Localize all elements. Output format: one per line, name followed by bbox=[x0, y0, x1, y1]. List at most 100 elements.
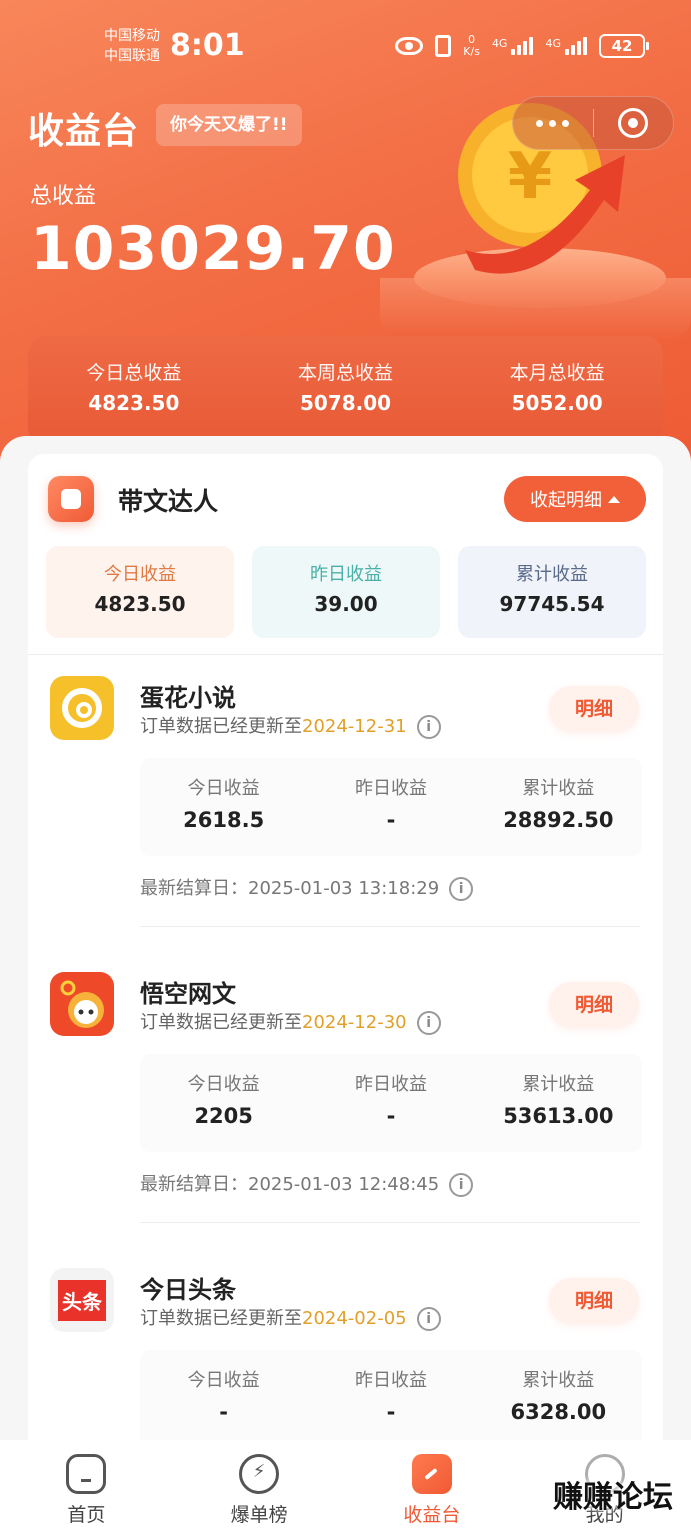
update-date: 2024-02-05 bbox=[302, 1308, 407, 1329]
total-income-label: 总收益 bbox=[30, 184, 97, 209]
stat-yesterday: 昨日收益 - bbox=[307, 1054, 474, 1152]
status-time: 8:01 bbox=[170, 28, 245, 63]
nav-home[interactable]: 首页 bbox=[0, 1440, 173, 1536]
stat-label: 今日收益 bbox=[187, 778, 260, 799]
toutiao-app-icon: 头条 bbox=[50, 1268, 114, 1332]
income-icon bbox=[411, 1454, 452, 1494]
update-prefix: 订单数据已经更新至 bbox=[140, 1012, 302, 1033]
daren-stat-total: 累计收益 97745.54 bbox=[458, 546, 646, 638]
stat-total: 累计收益 28892.50 bbox=[475, 758, 642, 856]
summary-week: 本周总收益 5078.00 bbox=[240, 336, 452, 446]
platform-update: 订单数据已经更新至2024-12-31 i bbox=[140, 712, 441, 739]
summary-today: 今日总收益 4823.50 bbox=[28, 336, 240, 446]
info-icon[interactable]: i bbox=[449, 877, 474, 901]
stat-value: 2618.5 bbox=[183, 808, 265, 832]
nav-ranking[interactable]: 爆单榜 bbox=[173, 1440, 346, 1536]
toutiao-icon-text: 头条 bbox=[58, 1279, 106, 1321]
stat-value: - bbox=[386, 1400, 396, 1424]
stat-label: 今日收益 bbox=[104, 564, 176, 585]
info-icon[interactable]: i bbox=[416, 1011, 441, 1035]
stat-label: 今日收益 bbox=[187, 1074, 260, 1095]
speed-unit: K/s bbox=[463, 45, 480, 58]
settlement-text: 最新结算日：2025-01-03 12:48:45 bbox=[140, 1174, 440, 1195]
stat-label: 昨日收益 bbox=[310, 564, 382, 585]
stat-value: - bbox=[386, 808, 396, 832]
nav-income[interactable]: 收益台 bbox=[346, 1440, 519, 1536]
watermark: 赚赚论坛 bbox=[553, 1480, 673, 1515]
stat-today: 今日收益 2618.5 bbox=[140, 758, 307, 856]
stat-today: 今日收益 2205 bbox=[140, 1054, 307, 1152]
stat-total: 累计收益 53613.00 bbox=[475, 1054, 642, 1152]
platform-stats: 今日收益 2205 昨日收益 - 累计收益 53613.00 bbox=[140, 1054, 642, 1152]
network-type-2: 4G bbox=[545, 37, 561, 50]
celebration-badge: 你今天又爆了!! bbox=[156, 104, 302, 146]
network-type-1: 4G bbox=[491, 37, 508, 50]
stat-value: 28892.50 bbox=[503, 808, 614, 832]
stat-today: 今日收益 - bbox=[140, 1350, 307, 1448]
summary-value: 5052.00 bbox=[511, 391, 603, 415]
settlement-text: 最新结算日：2025-01-03 13:18:29 bbox=[140, 878, 440, 899]
nav-label: 爆单榜 bbox=[230, 1504, 288, 1526]
miniprogram-capsule bbox=[512, 96, 674, 150]
platform-stats: 今日收益 2618.5 昨日收益 - 累计收益 28892.50 bbox=[140, 758, 642, 856]
settlement-info: 最新结算日：2025-01-03 12:48:45 i bbox=[140, 1170, 474, 1197]
stat-value: 39.00 bbox=[314, 592, 378, 616]
detail-button[interactable]: 明细 bbox=[549, 982, 639, 1028]
stat-label: 昨日收益 bbox=[354, 778, 427, 799]
summary-label: 本月总收益 bbox=[509, 362, 605, 384]
update-prefix: 订单数据已经更新至 bbox=[140, 716, 302, 737]
stat-value: 6328.00 bbox=[510, 1400, 607, 1424]
total-income-value: 103029.70 bbox=[30, 214, 396, 284]
stat-label: 昨日收益 bbox=[354, 1370, 427, 1391]
stat-label: 累计收益 bbox=[522, 778, 595, 799]
summary-label: 今日总收益 bbox=[86, 362, 182, 384]
info-icon[interactable]: i bbox=[416, 715, 441, 739]
platform-update: 订单数据已经更新至2024-12-30 i bbox=[140, 1008, 441, 1035]
platform-update: 订单数据已经更新至2024-02-05 i bbox=[140, 1304, 441, 1331]
summary-value: 5078.00 bbox=[299, 391, 392, 415]
stat-value: - bbox=[219, 1400, 229, 1424]
platform-name: 今日头条 bbox=[140, 1276, 236, 1304]
summary-value: 4823.50 bbox=[88, 391, 180, 415]
stat-label: 累计收益 bbox=[522, 1074, 595, 1095]
carrier-names: 中国移动 中国联通 bbox=[104, 26, 160, 66]
daren-title: 带文达人 bbox=[118, 487, 219, 516]
platform-stats: 今日收益 - 昨日收益 - 累计收益 6328.00 bbox=[140, 1350, 642, 1448]
stat-label: 昨日收益 bbox=[354, 1074, 427, 1095]
carrier-2: 中国联通 bbox=[104, 48, 160, 64]
info-icon[interactable]: i bbox=[449, 1173, 474, 1197]
collapse-details-button[interactable]: 收起明细 bbox=[504, 476, 646, 522]
close-target-icon[interactable] bbox=[594, 96, 674, 150]
eye-icon bbox=[395, 37, 424, 55]
signal-1-icon: 4G bbox=[492, 37, 534, 55]
info-icon[interactable]: i bbox=[416, 1307, 441, 1331]
daren-stat-today: 今日收益 4823.50 bbox=[46, 546, 234, 638]
detail-button[interactable]: 明细 bbox=[549, 1278, 639, 1324]
network-speed: 0 K/s bbox=[463, 34, 480, 58]
signal-2-icon: 4G bbox=[545, 37, 587, 55]
status-icons: 0 K/s 4G 4G 42 bbox=[395, 34, 649, 58]
detail-button[interactable]: 明细 bbox=[549, 686, 639, 732]
flash-badge-icon bbox=[239, 1454, 280, 1494]
wukong-app-icon bbox=[50, 972, 114, 1036]
more-icon[interactable] bbox=[513, 96, 593, 150]
battery-icon: 42 bbox=[599, 34, 649, 58]
income-summary-panel: 今日总收益 4823.50 本周总收益 5078.00 本月总收益 5052.0… bbox=[28, 336, 663, 446]
vibrate-icon bbox=[435, 35, 452, 57]
status-bar: 中国移动 中国联通 8:01 0 K/s 4G 4G 42 bbox=[0, 0, 691, 90]
stat-label: 今日收益 bbox=[187, 1370, 260, 1391]
danhua-app-icon bbox=[50, 676, 114, 740]
stat-total: 累计收益 6328.00 bbox=[475, 1350, 642, 1448]
settlement-info: 最新结算日：2025-01-03 13:18:29 i bbox=[140, 874, 474, 901]
summary-label: 本周总收益 bbox=[298, 362, 394, 384]
platform-name: 悟空网文 bbox=[140, 980, 236, 1008]
page-title: 收益台 bbox=[28, 111, 140, 152]
home-icon bbox=[66, 1454, 107, 1494]
daren-stat-yesterday: 昨日收益 39.00 bbox=[252, 546, 440, 638]
update-prefix: 订单数据已经更新至 bbox=[140, 1308, 302, 1329]
stat-value: - bbox=[386, 1104, 396, 1128]
stat-value: 97745.54 bbox=[499, 592, 605, 616]
nav-label: 收益台 bbox=[403, 1504, 461, 1526]
collapse-label: 收起明细 bbox=[530, 490, 602, 511]
platform-name: 蛋花小说 bbox=[140, 684, 236, 712]
